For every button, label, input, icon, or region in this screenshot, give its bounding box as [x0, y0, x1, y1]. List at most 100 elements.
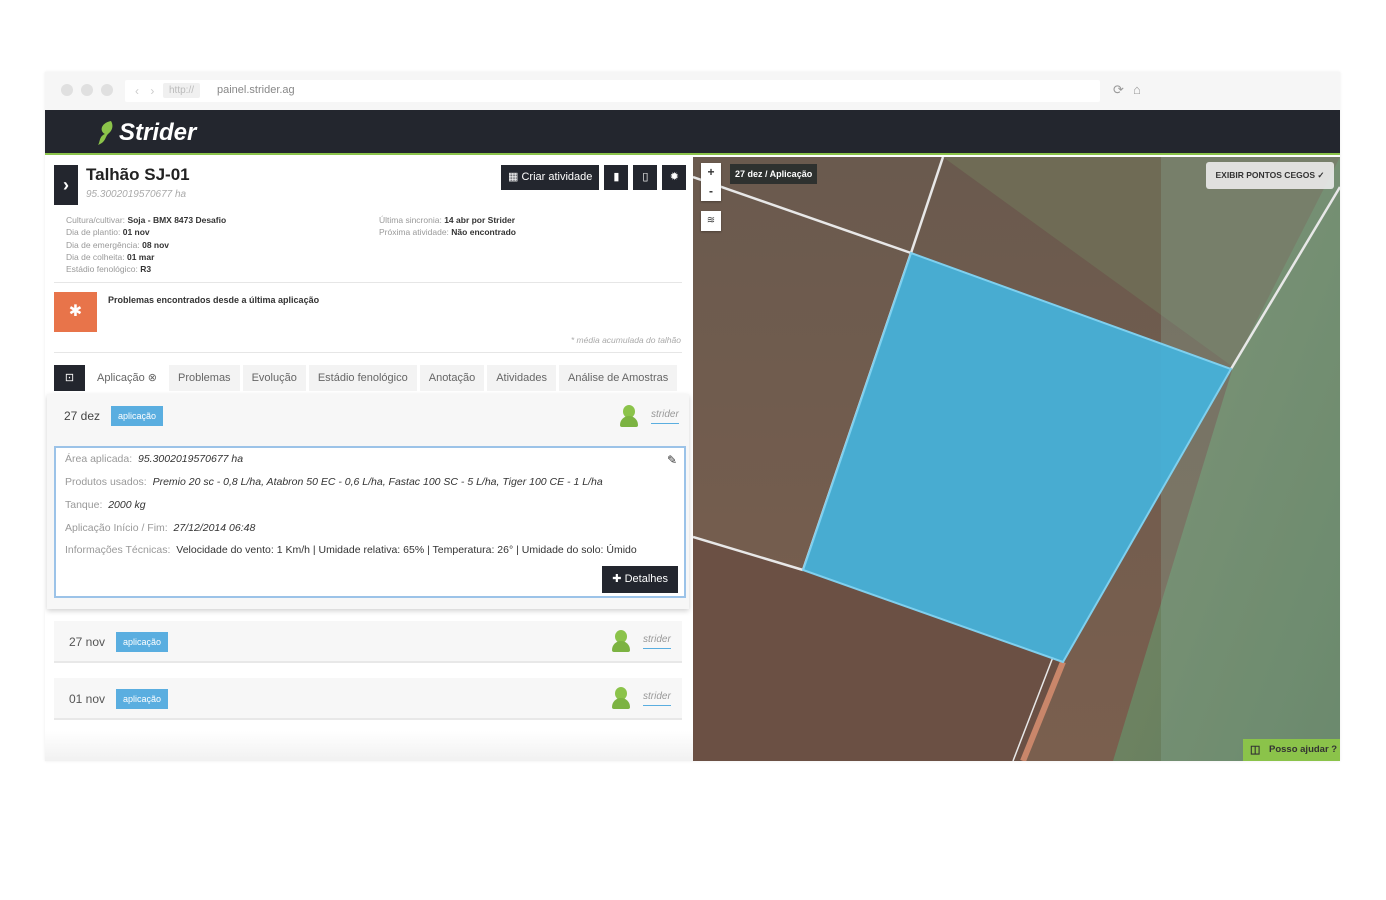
address-bar[interactable]: ‹ › http:// painel.strider.ag	[125, 80, 1100, 102]
home-icon[interactable]: ⌂	[1133, 82, 1141, 97]
panel-bottom-fade	[45, 731, 693, 761]
info-label: Dia de plantio:	[66, 227, 121, 238]
browser-window: ‹ › http:// painel.strider.ag ⟳ ⌂ Stride…	[45, 72, 1340, 761]
divider	[54, 352, 682, 353]
detail-value: 95.3002019570677 ha	[137, 453, 244, 465]
application-details: ✎ Área aplicada: 95.3002019570677 ha Pro…	[54, 446, 686, 598]
notebook-button[interactable]: ▮	[604, 165, 629, 190]
window-maximize-dot[interactable]	[101, 84, 113, 96]
satellite-map[interactable]: + - ≋ 27 dez / Aplicação EXIBIR PONTOS C…	[693, 157, 1340, 761]
info-label: Dia de emergência:	[66, 239, 140, 250]
help-label: Posso ajudar ?	[1269, 744, 1338, 755]
document-icon: ▯	[642, 171, 649, 183]
back-forward-icons[interactable]: ‹ ›	[135, 84, 158, 98]
divider	[54, 282, 682, 283]
field-area: 95.3002019570677 ha	[86, 189, 187, 200]
detail-value: Premio 20 sc - 0,8 L/ha, Atabron 50 EC -…	[152, 476, 603, 488]
details-button[interactable]: ✚ Detalhes	[602, 566, 678, 593]
user-name: strider	[643, 691, 671, 706]
info-value: Soja - BMX 8473 Desafio	[127, 215, 227, 225]
detail-value: 2000 kg	[108, 499, 146, 511]
field-info-left: Cultura/cultivar: Soja - BMX 8473 Desafi…	[66, 214, 226, 275]
info-label: Cultura/cultivar:	[66, 215, 126, 225]
field-actions: ▦ Criar atividade ▮ ▯ ✹	[501, 165, 687, 190]
info-row: Estádio fenológico: R3	[66, 263, 226, 275]
calendar-icon: ▦	[508, 171, 519, 183]
pencil-icon[interactable]: ✎	[667, 453, 677, 467]
zoom-control: + -	[701, 163, 721, 201]
tab-estadio[interactable]: Estádio fenológico	[308, 365, 417, 391]
tab-atividades[interactable]: Atividades	[487, 365, 556, 391]
info-value: 14 abr por Strider	[444, 215, 516, 225]
info-row: Dia de colheita: 01 mar	[66, 251, 226, 263]
help-button[interactable]: ◫ Posso ajudar ?	[1243, 739, 1340, 761]
field-info-right: Última sincronia: 14 abr por Strider Pró…	[379, 214, 516, 239]
timeline-entry-expanded[interactable]: 27 dez aplicação strider ✎ Área aplicada…	[47, 394, 689, 609]
detail-row: Aplicação Início / Fim: 27/12/2014 06:48	[65, 522, 255, 534]
entry-user[interactable]: strider	[619, 405, 679, 427]
tab-evolucao[interactable]: Evolução	[242, 365, 306, 391]
brand-name: Strider	[119, 119, 197, 146]
field-title: Talhão SJ-01	[86, 165, 190, 184]
collapse-panel-button[interactable]: ›	[54, 165, 78, 205]
url-text[interactable]: painel.strider.ag	[217, 84, 295, 96]
info-value: 08 nov	[142, 239, 170, 250]
info-label: Estádio fenológico:	[66, 264, 138, 275]
report-button[interactable]: ▯	[633, 165, 658, 190]
info-row: Próxima atividade: Não encontrado	[379, 226, 516, 238]
window-minimize-dot[interactable]	[81, 84, 93, 96]
detail-label: Área aplicada:	[65, 453, 133, 465]
type-badge: aplicação	[111, 406, 164, 426]
target-icon: ⊡	[64, 372, 75, 384]
detail-label: Informações Técnicas:	[65, 544, 171, 556]
create-activity-button[interactable]: ▦ Criar atividade	[501, 165, 600, 190]
leaf-logo-icon	[98, 121, 113, 145]
tab-anotacao[interactable]: Anotação	[419, 365, 485, 391]
info-value: Não encontrado	[451, 227, 516, 238]
entry-date: 27 nov	[69, 635, 106, 649]
user-name: strider	[643, 634, 671, 649]
plus-icon: ✚	[612, 573, 622, 585]
reload-icon[interactable]: ⟳	[1113, 82, 1124, 98]
avatar	[619, 405, 639, 427]
problems-text: Problemas encontrados desde a última apl…	[108, 295, 320, 305]
chat-icon: ◫	[1250, 744, 1261, 756]
tab-overview[interactable]: ⊡	[54, 365, 85, 391]
window-close-dot[interactable]	[61, 84, 73, 96]
tab-analise-amostras[interactable]: Análise de Amostras	[558, 365, 678, 391]
settings-button[interactable]: ✹	[662, 165, 687, 190]
info-row: Dia de emergência: 08 nov	[66, 239, 226, 251]
avatar	[611, 687, 631, 709]
field-panel: › Talhão SJ-01 95.3002019570677 ha ▦ Cri…	[45, 157, 693, 761]
tab-problemas[interactable]: Problemas	[168, 365, 240, 391]
strider-logo[interactable]: Strider	[97, 119, 196, 147]
timeline-entry[interactable]: 01 nov aplicação strider	[54, 678, 682, 720]
info-row: Dia de plantio: 01 nov	[66, 226, 226, 238]
show-blind-spots-button[interactable]: EXIBIR PONTOS CEGOS ✓	[1206, 162, 1334, 189]
entry-user[interactable]: strider	[611, 687, 671, 709]
entry-user[interactable]: strider	[611, 630, 671, 652]
timeline-entry[interactable]: 27 nov aplicação strider	[54, 621, 682, 663]
detail-label: Produtos usados:	[65, 476, 147, 488]
tab-aplicacao[interactable]: Aplicação ⊗	[88, 365, 166, 391]
layers-icon: ≋	[706, 215, 716, 226]
footnote: * média acumulada do talhão	[570, 335, 681, 345]
zoom-in-button[interactable]: +	[701, 163, 721, 182]
detail-value: Velocidade do vento: 1 Km/h | Umidade re…	[176, 544, 637, 556]
close-circle-icon[interactable]: ⊗	[148, 372, 157, 384]
info-row: Cultura/cultivar: Soja - BMX 8473 Desafi…	[66, 214, 226, 226]
avatar	[611, 630, 631, 652]
app-header: Strider	[45, 110, 1340, 155]
book-icon: ▮	[613, 171, 620, 183]
type-badge: aplicação	[116, 689, 169, 709]
detail-label: Tanque:	[65, 499, 103, 511]
detail-row: Tanque: 2000 kg	[65, 499, 146, 511]
info-label: Próxima atividade:	[379, 227, 449, 238]
url-protocol: http://	[163, 83, 201, 98]
browser-chrome: ‹ › http:// painel.strider.ag ⟳ ⌂	[45, 72, 1340, 110]
info-value: 01 mar	[126, 251, 155, 262]
tab-label: Aplicação	[97, 372, 145, 384]
info-label: Última sincronia:	[379, 215, 442, 225]
zoom-out-button[interactable]: -	[701, 182, 721, 201]
layers-button[interactable]: ≋	[701, 211, 721, 231]
